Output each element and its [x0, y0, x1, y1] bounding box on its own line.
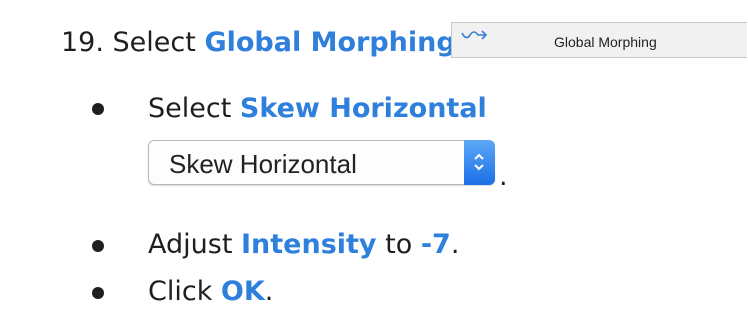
skew-horizontal-highlight: Skew Horizontal	[239, 93, 487, 124]
popup-stepper[interactable]	[464, 140, 495, 185]
intensity-highlight: Intensity	[240, 229, 377, 260]
bullet-skew-line: Select Skew Horizontal	[148, 92, 487, 126]
morph-arrow-icon	[461, 30, 488, 40]
bullet-suffix: .	[264, 276, 274, 307]
stepper-chevrons-icon	[474, 153, 484, 171]
step-19-line: 19. Select Global Morphing.	[61, 26, 464, 60]
popup-trailing-period: .	[499, 161, 508, 192]
step-prefix: Select	[112, 27, 205, 58]
bullet-dot	[92, 240, 104, 252]
bullet-intensity-line: Adjust Intensity to -7.	[148, 228, 459, 262]
bullet-suffix: .	[450, 229, 460, 260]
global-morphing-highlight: Global Morphing	[204, 27, 456, 58]
skew-horizontal-popup[interactable]: Skew Horizontal	[148, 140, 495, 185]
bullet-dot	[92, 287, 104, 299]
bullet-dot	[92, 103, 104, 115]
popup-value: Skew Horizontal	[169, 149, 357, 179]
bullet-prefix: Select	[148, 93, 240, 124]
global-morphing-menu-item[interactable]: Global Morphing	[451, 22, 747, 58]
step-number: 19.	[61, 27, 104, 58]
ok-highlight: OK	[220, 276, 265, 307]
bullet-prefix: Adjust	[148, 229, 241, 260]
intensity-value: -7	[420, 229, 451, 260]
bullet-middle: to	[376, 229, 421, 260]
menu-item-label: Global Morphing	[554, 34, 657, 50]
bullet-prefix: Click	[148, 276, 221, 307]
bullet-ok-line: Click OK.	[148, 275, 273, 309]
